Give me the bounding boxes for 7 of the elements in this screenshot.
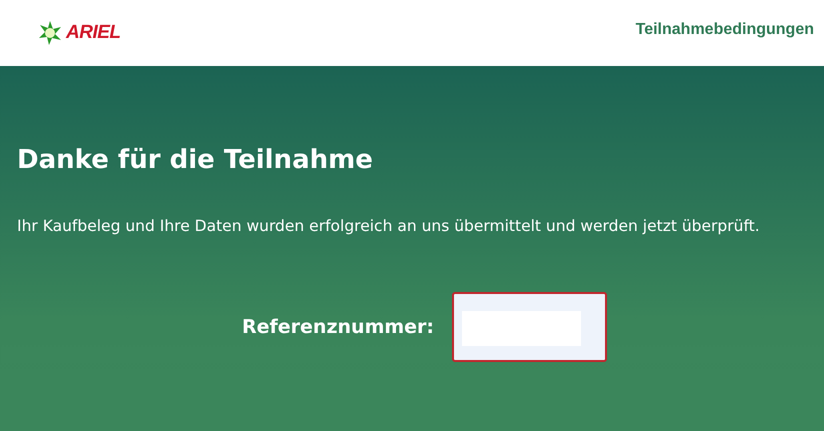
page-title: Danke für die Teilnahme xyxy=(17,144,374,177)
reference-label: Referenznummer: xyxy=(242,316,434,338)
reference-field[interactable] xyxy=(452,292,608,362)
star-icon xyxy=(37,20,63,46)
brand-logo: ARIEL xyxy=(66,22,120,44)
terms-link[interactable]: Teilnahmebedingungen xyxy=(636,21,814,39)
confirmation-message: Ihr Kaufbeleg und Ihre Daten wurden erfolgreich an uns übermittelt und werden jetzt überprüft. xyxy=(17,216,761,237)
